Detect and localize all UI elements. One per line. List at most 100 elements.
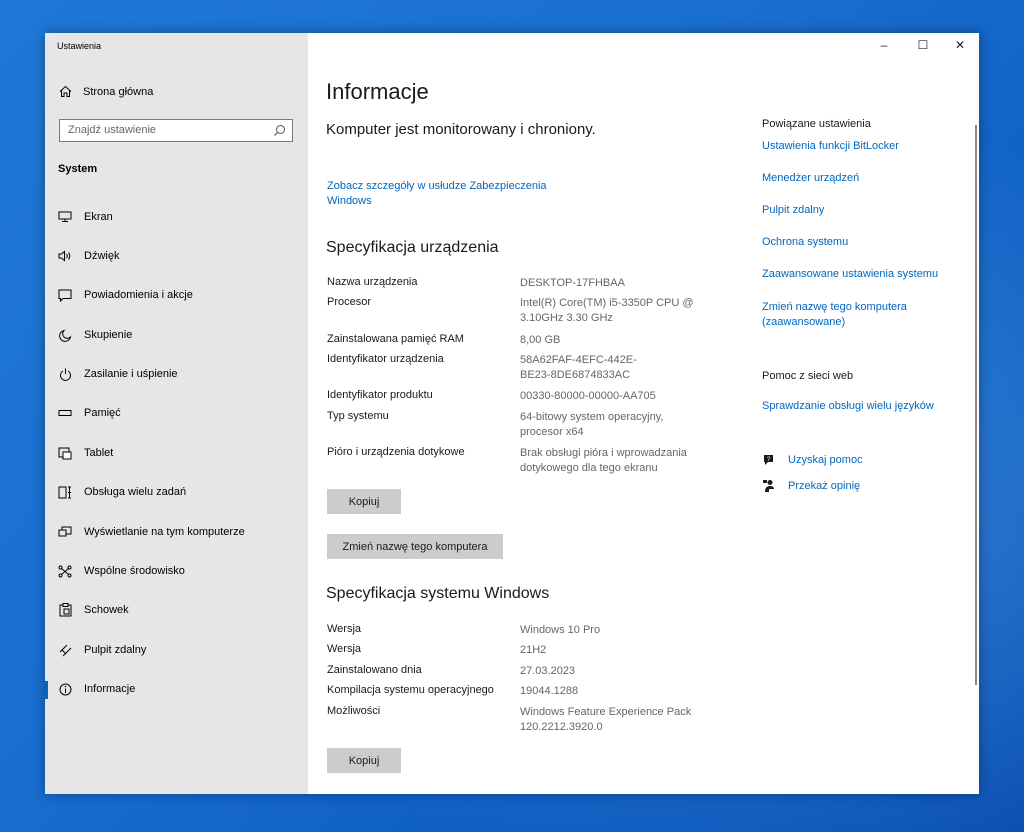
sidebar-item-label: Informacje [84,683,136,695]
spec-value: 58A62FAF-4EFC-442E-BE23-8DE6874833AC [520,354,637,381]
bitlocker-link[interactable]: Ustawienia funkcji BitLocker [762,139,952,154]
sidebar-item-tablet[interactable]: Tablet [45,434,308,472]
settings-window: Ustawienia Strona główna Znajdź ustawien… [45,33,979,794]
power-icon [58,367,72,381]
home-nav-item[interactable]: Strona główna [59,85,153,98]
sidebar-item-sound[interactable]: Dźwięk [45,237,308,275]
spec-value: Windows 10 Pro [520,624,601,636]
spec-value: 8,00 GB [520,334,561,346]
sidebar-item-label: Schowek [84,604,129,616]
sidebar-item-multitasking[interactable]: Obsługa wielu zadań [45,473,308,511]
windows-specs-heading: Specyfikacja systemu Windows [326,585,550,602]
copy-device-specs-button[interactable]: Kopiuj [327,489,401,514]
protection-status: Komputer jest monitorowany i chroniony. [326,121,596,138]
spec-label: Zainstalowano dnia [327,664,422,676]
spec-label: Wersja [327,643,362,655]
search-icon [274,125,285,136]
sidebar-item-projecting[interactable]: Wyświetlanie na tym komputerze [45,513,308,551]
sidebar-item-power[interactable]: Zasilanie i uśpienie [45,355,308,393]
spec-label: Nazwa urządzenia [327,276,418,288]
tablet-icon [58,446,72,460]
sidebar-item-remote-desktop[interactable]: Pulpit zdalny [45,631,308,669]
page-title: Informacje [326,79,429,104]
spec-label: Identyfikator produktu [327,389,433,401]
sidebar-item-about[interactable]: Informacje [45,670,308,708]
spec-label: Pióro i urządzenia dotykowe [327,446,465,458]
spec-value: 21H2 [520,644,547,656]
related-settings-title: Powiązane ustawienia [762,118,871,130]
spec-value: 27.03.2023 [520,665,576,677]
sidebar-item-label: Dźwięk [84,250,120,262]
sidebar-item-clipboard[interactable]: Schowek [45,591,308,629]
moon-icon [58,328,72,342]
sidebar-item-label: Ekran [84,211,113,223]
device-manager-link[interactable]: Menedżer urządzeń [762,171,952,186]
sidebar-item-label: Wspólne środowisko [84,565,185,577]
spec-value: Intel(R) Core(TM) i5-3350P CPU @ 3.10GHz… [520,297,694,324]
app-title: Ustawienia [57,41,102,51]
spec-value: Windows Feature Experience Pack 120.2212… [520,706,692,733]
sidebar-item-focus[interactable]: Skupienie [45,316,308,354]
rename-pc-advanced-link[interactable]: Zmień nazwę tego komputera (zaawansowane… [762,300,952,330]
remote-desktop-link[interactable]: Pulpit zdalny [762,203,952,218]
multilanguage-help-link[interactable]: Sprawdzanie obsługi wielu języków [762,399,952,414]
section-title: System [58,163,98,175]
spec-label: Zainstalowana pamięć RAM [327,333,464,345]
search-placeholder: Znajdź ustawienie [68,124,157,136]
sidebar-item-display[interactable]: Ekran [45,198,308,236]
sidebar-item-label: Obsługa wielu zadań [84,486,187,498]
monitor-icon [58,210,72,224]
sidebar: Ustawienia Strona główna Znajdź ustawien… [45,33,308,794]
web-help-title: Pomoc z sieci web [762,370,854,382]
sidebar-item-label: Zasilanie i uśpienie [84,368,178,380]
info-icon [58,682,72,696]
spec-value: DESKTOP-17FHBAA [520,277,625,289]
home-label: Strona główna [83,85,154,98]
help-chat-icon: ? [764,455,773,465]
sidebar-item-label: Pulpit zdalny [84,644,147,656]
security-details-link[interactable]: Zobacz szczegóły w usłudze Zabezpieczeni… [327,179,577,209]
search-input[interactable]: Znajdź ustawienie [59,119,293,142]
spec-label: Możliwości [327,705,381,717]
notification-icon [58,288,72,302]
sidebar-item-notifications[interactable]: Powiadomienia i akcje [45,276,308,314]
spec-label: Procesor [327,296,372,308]
sidebar-item-label: Pamięć [84,407,121,419]
sidebar-item-label: Skupienie [84,329,133,341]
home-icon [59,85,72,97]
spec-label: Typ systemu [327,410,389,422]
spec-label: Wersja [327,623,362,635]
feedback-link[interactable]: Przekaż opinię [762,479,860,493]
close-button[interactable]: ✕ [945,38,975,52]
sidebar-item-label: Powiadomienia i akcje [84,289,193,301]
feedback-label: Przekaż opinię [788,480,861,492]
scrollbar[interactable] [975,125,977,685]
copy-windows-specs-button[interactable]: Kopiuj [327,748,401,773]
main-content: – ☐ ✕ Informacje Komputer jest monitorow… [308,33,979,794]
device-specs-heading: Specyfikacja urządzenia [326,239,499,256]
maximize-button[interactable]: ☐ [908,38,938,52]
spec-value: 64-bitowy system operacyjny, procesor x6… [520,411,664,438]
storage-icon [58,406,72,420]
clipboard-icon [58,603,72,617]
remote-icon [58,643,72,657]
sidebar-item-shared-experiences[interactable]: Wspólne środowisko [45,552,308,590]
get-help-link[interactable]: ? Uzyskaj pomoc [762,453,863,467]
spec-value: Brak obsługi pióra i wprowadzania dotyko… [520,447,687,474]
sidebar-item-label: Wyświetlanie na tym komputerze [84,526,245,538]
get-help-label: Uzyskaj pomoc [788,454,863,466]
spec-label: Kompilacja systemu operacyjnego [327,684,494,696]
spec-value: 19044.1288 [520,685,579,697]
sidebar-item-storage[interactable]: Pamięć [45,394,308,432]
multitasking-icon [58,485,72,499]
rename-pc-button[interactable]: Zmień nazwę tego komputera [327,534,503,559]
speaker-icon [58,249,72,263]
feedback-icon [763,480,774,492]
spec-label: Identyfikator urządzenia [327,353,444,365]
sidebar-item-label: Tablet [84,447,114,459]
advanced-system-settings-link[interactable]: Zaawansowane ustawienia systemu [762,267,952,282]
system-protection-link[interactable]: Ochrona systemu [762,235,952,250]
minimize-button[interactable]: – [869,38,899,52]
shared-icon [58,564,72,578]
projecting-icon [58,525,72,539]
